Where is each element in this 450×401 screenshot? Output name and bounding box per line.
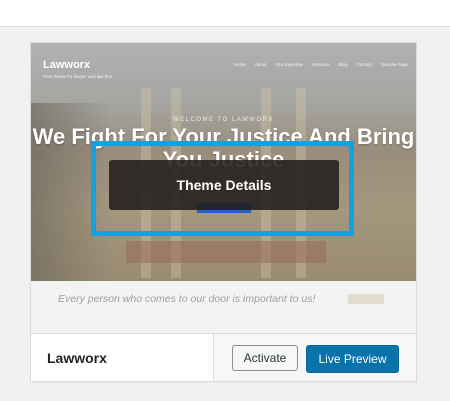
screenshot-hero-kicker: WELCOME TO LAWWORX	[173, 117, 274, 123]
screenshot-site-title: Lawworx	[43, 59, 91, 71]
theme-actions: Activate Live Preview	[213, 334, 416, 381]
theme-details-button[interactable]: Theme Details	[109, 160, 339, 210]
screenshot-nav-item: Home	[233, 62, 246, 67]
screenshot-nav-item: Contact	[356, 62, 372, 67]
live-preview-button[interactable]: Live Preview	[306, 345, 399, 373]
theme-screenshot[interactable]: Lawworx Free theme for lawyer and law fi…	[31, 43, 416, 333]
screenshot-nav-item: Services	[312, 62, 330, 67]
theme-card-footer: Lawworx Activate Live Preview	[31, 333, 416, 381]
screenshot-tagline-band: Every person who comes to our door is im…	[31, 281, 416, 333]
screenshot-tagline-button	[348, 294, 384, 304]
screenshot-site-tagline: Free theme for lawyer and law firm	[43, 74, 113, 79]
theme-card[interactable]: Lawworx Free theme for lawyer and law fi…	[30, 42, 417, 382]
screenshot-nav-item: Blog	[338, 62, 348, 67]
top-strip	[0, 0, 450, 27]
screenshot-tagline-text: Every person who comes to our door is im…	[58, 293, 316, 305]
activate-button[interactable]: Activate	[232, 345, 298, 371]
theme-name: Lawworx	[47, 350, 107, 366]
screenshot-nav-item: About	[254, 62, 267, 67]
screenshot-nav-item: Our Expertise	[275, 62, 304, 67]
screenshot-nav: Home About Our Expertise Services Blog C…	[234, 62, 408, 67]
screenshot-nav-item: Sample Page	[380, 62, 408, 67]
